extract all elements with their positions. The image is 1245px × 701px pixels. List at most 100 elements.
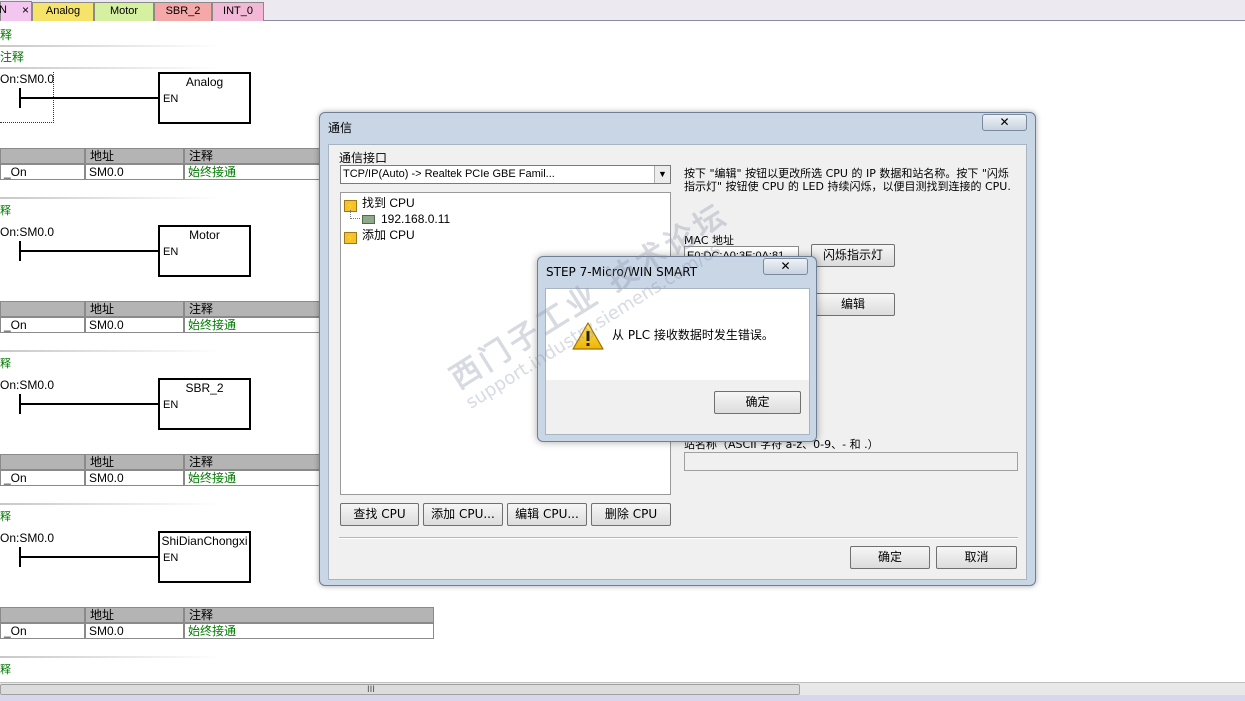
interface-value: TCP/IP(Auto) -> Realtek PCIe GBE Famil..… [343,168,555,180]
address-cell: SM0.0 [85,164,184,180]
dialog-title: 通信 [328,121,353,135]
subroutine-block[interactable]: Motor EN [158,225,251,277]
symbol-cell: _On [0,317,85,333]
subroutine-block[interactable]: Analog EN [158,72,251,124]
symbol-cell: _On [0,164,85,180]
horizontal-scrollbar[interactable]: III [0,682,1245,695]
cancel-button[interactable]: 取消 [936,546,1017,569]
tree-item-label: 找到 CPU [362,196,415,210]
close-tab-icon[interactable]: × [22,2,29,19]
contact-label: On:SM0.0 [0,531,55,545]
comment-header: 注释 [184,607,434,623]
tab-int0[interactable]: INT_0 [212,2,264,21]
warning-icon [572,322,604,350]
block-title: Motor [189,228,220,242]
tree-item-cpu-ip[interactable]: 192.168.0.11 [362,212,450,226]
address-header: 地址 [85,454,184,470]
tab-int0-label: INT_0 [223,5,253,17]
block-title: SBR_2 [185,381,224,395]
contact-label: On:SM0.0 [0,72,55,86]
enable-pin: EN [163,552,179,564]
tab-analog[interactable]: Analog [32,2,94,21]
symbol-cell: _On [0,623,85,639]
network-comment[interactable]: 释 [0,661,11,677]
close-icon[interactable]: ✕ [763,258,808,275]
network-divider [0,350,220,352]
address-header: 地址 [85,301,184,317]
message-area: 从 PLC 接收数据时发生错误。 [546,289,809,380]
network-divider [0,656,220,658]
address-cell: SM0.0 [85,317,184,333]
subroutine-block[interactable]: SBR_2 EN [158,378,251,430]
tree-item-add-cpu[interactable]: ⚡ 添加 CPU [344,228,415,244]
tab-analog-label: Analog [45,5,81,17]
address-header: 地址 [85,148,184,164]
symbol-table: 地址 注释 _On SM0.0 始终接通 [0,607,434,639]
find-cpu-button[interactable]: 查找 CPU [340,503,419,526]
message-box-title: STEP 7-Micro/WIN SMART [546,265,698,279]
tree-connector [350,210,360,219]
address-cell: SM0.0 [85,470,184,486]
power-wire [20,97,159,99]
enable-pin: EN [163,246,179,258]
symbol-header [0,148,85,164]
instructions-text: 按下 "编辑" 按钮以更改所选 CPU 的 IP 数据和站名称。按下 "闪烁指示… [684,167,1011,193]
address-cell: SM0.0 [85,623,184,639]
scrollbar-thumb[interactable]: III [0,684,800,695]
error-message-text: 从 PLC 接收数据时发生错误。 [612,328,774,342]
power-wire [20,556,159,558]
dialog-divider [339,537,1018,539]
delete-cpu-button[interactable]: 删除 CPU [591,503,671,526]
lightning-icon: ⚡ [344,232,357,244]
network-comment[interactable]: 释 [0,508,11,524]
edit-cpu-button[interactable]: 编辑 CPU... [507,503,587,526]
station-name-field [684,452,1018,471]
network-comment[interactable]: 注释 [0,48,24,65]
symbol-cell: _On [0,470,85,486]
ok-button[interactable]: 确定 [850,546,930,569]
network-comment[interactable]: 释 [0,202,11,218]
block-title: ShiDianChongxi [161,534,248,548]
block-title: Analog [185,75,224,89]
network-comment[interactable]: 释 [0,355,11,371]
cpu-device-icon [362,215,375,224]
interface-select[interactable]: TCP/IP(Auto) -> Realtek PCIe GBE Famil..… [340,165,671,184]
status-strip [0,695,1245,701]
enable-pin: EN [163,399,179,411]
blink-led-button[interactable]: 闪烁指示灯 [811,244,895,267]
tab-main[interactable]: N × [0,1,32,21]
symbol-header [0,454,85,470]
comment-cell: 始终接通 [184,623,434,639]
network-divider [0,67,220,69]
power-wire [20,250,159,252]
pou-tab-strip: N × Analog Motor SBR_2 INT_0 [0,0,1245,21]
symbol-header [0,607,85,623]
network-divider [0,197,220,199]
address-header: 地址 [85,607,184,623]
tree-item-label: 192.168.0.11 [381,212,451,226]
scrollbar-grip: III [367,685,375,695]
interface-label: 通信接口 [339,151,388,165]
tab-motor[interactable]: Motor [94,2,154,21]
close-icon[interactable]: ✕ [982,114,1027,131]
power-wire [20,403,159,405]
tab-motor-label: Motor [109,5,139,17]
tab-main-label: N [0,4,7,16]
symbol-header [0,301,85,317]
message-box-body: 从 PLC 接收数据时发生错误。 确定 [545,288,810,435]
add-cpu-button[interactable]: 添加 CPU... [423,503,503,526]
enable-pin: EN [163,93,179,105]
network-divider [0,503,220,505]
tree-item-label: 添加 CPU [362,228,415,242]
tab-sbr2-label: SBR_2 [165,5,201,17]
contact-label: On:SM0.0 [0,378,55,392]
ok-button[interactable]: 确定 [714,391,801,414]
tab-sbr2[interactable]: SBR_2 [154,2,212,21]
network-divider [0,45,220,47]
network-comment[interactable]: 释 [0,26,12,43]
error-message-box: STEP 7-Micro/WIN SMART ✕ 从 PLC 接收数据时发生错误… [537,256,817,442]
edit-button[interactable]: 编辑 [811,293,895,316]
contact-label: On:SM0.0 [0,225,55,239]
subroutine-block[interactable]: ShiDianChongxi EN [158,531,251,583]
chevron-down-icon[interactable]: ▼ [654,166,670,183]
